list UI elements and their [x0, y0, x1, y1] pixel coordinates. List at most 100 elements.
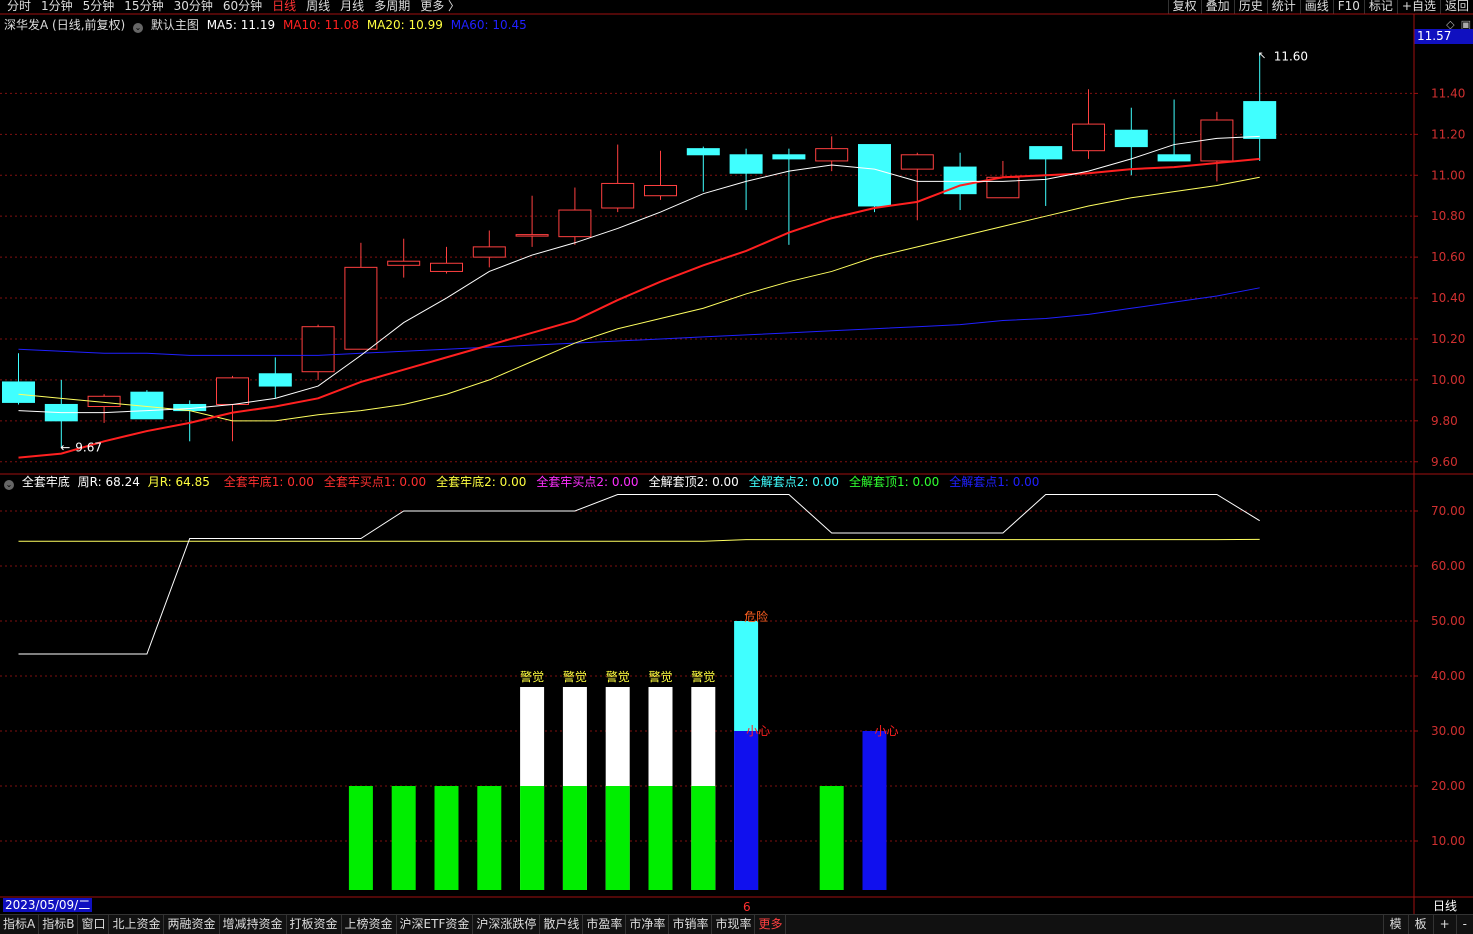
candle: [344, 242, 378, 350]
candle: [387, 238, 421, 278]
candle-body: [1029, 146, 1063, 160]
candle: [858, 144, 891, 213]
low-price-label: 9.67: [75, 440, 102, 454]
sub-axis-label: 70.00: [1431, 504, 1465, 518]
candle: [900, 152, 934, 221]
candle: [87, 394, 121, 423]
ma10-line: [18, 157, 1260, 459]
candle: [729, 148, 763, 211]
candle: [558, 187, 592, 245]
high-price-label: 11.60: [1274, 49, 1308, 63]
bottom-right-button-0[interactable]: 模: [1382, 915, 1408, 934]
bottom-tab-9[interactable]: 沪深涨跌停: [473, 915, 541, 934]
signal-bar-green: [819, 786, 844, 890]
bottom-tab-12[interactable]: 市净率: [626, 915, 670, 934]
candle: [130, 390, 164, 420]
bottom-tab-5[interactable]: 增减持资金: [220, 915, 287, 934]
signal-bar: 小心: [862, 724, 899, 890]
bottom-tab-14[interactable]: 市现率: [712, 915, 756, 934]
signal-bar-green: [605, 786, 630, 890]
signal-bar: 危险小心: [734, 609, 770, 890]
sub-axis-label: 30.00: [1431, 724, 1465, 738]
bottom-tab-4[interactable]: 两融资金: [164, 915, 220, 934]
signal-bar-green: [434, 786, 459, 890]
signal-bar: [819, 786, 844, 890]
bottom-right-button-3[interactable]: -: [1455, 915, 1473, 934]
candle-body: [686, 148, 720, 156]
candle-body: [515, 234, 549, 237]
candle-body: [1243, 101, 1277, 139]
signal-bar: 警觉: [648, 669, 673, 890]
price-axis-label: 10.80: [1431, 209, 1465, 223]
cursor-date: 2023/05/09/二: [3, 898, 93, 912]
signal-bar: 警觉: [562, 669, 587, 890]
signal-bar: 警觉: [691, 669, 715, 890]
price-axis-label: 10.00: [1431, 373, 1465, 387]
ma5-line: [18, 135, 1260, 414]
signal-bar: [348, 786, 373, 890]
candle: [216, 375, 249, 442]
candle-body: [772, 154, 806, 160]
signal-bar-green: [691, 786, 716, 890]
high-arrow-icon: ↖: [1258, 50, 1266, 61]
signal-bar-blue: [862, 731, 887, 890]
signal-label: 警觉: [520, 669, 544, 684]
bottom-tab-7[interactable]: 上榜资金: [342, 915, 397, 934]
bottom-tab-1[interactable]: 指标B: [39, 915, 79, 934]
price-axis-label: 9.80: [1431, 414, 1458, 428]
signal-bar: [477, 786, 502, 890]
candle-body: [1072, 123, 1105, 152]
signal-bar-green: [477, 786, 502, 890]
bottom-tab-0[interactable]: 指标A: [0, 915, 40, 934]
candle-body: [258, 373, 292, 387]
sub-axis-label: 10.00: [1431, 834, 1465, 848]
bottom-right-button-1[interactable]: 板: [1407, 915, 1433, 934]
candle-body: [900, 154, 934, 170]
candle-body: [344, 266, 378, 350]
candle: [686, 146, 720, 192]
signal-bar-green: [648, 786, 673, 890]
candle: [2, 353, 35, 405]
bottom-tab-3[interactable]: 北上资金: [109, 915, 165, 934]
candle-body: [1114, 129, 1148, 148]
sub-axis-label: 60.00: [1431, 559, 1465, 573]
candle-body: [430, 262, 463, 272]
signal-label: 警觉: [563, 669, 587, 684]
candle: [515, 195, 549, 247]
candle: [301, 324, 335, 380]
kline-chart[interactable]: 11.40 11.20 11.00 10.80 10.60 10.40 10.20 10.00…: [0, 0, 1473, 914]
cursor-marker: 6: [743, 900, 751, 914]
price-axis-label: 9.60: [1431, 455, 1458, 469]
candle-body: [1157, 154, 1191, 162]
bottom-tab-10[interactable]: 散户线: [540, 915, 584, 934]
signal-label-small: 小心: [746, 724, 770, 738]
signal-bar: [391, 786, 416, 890]
ma20-line: [18, 176, 1260, 422]
bottom-tab-15[interactable]: 更多: [755, 915, 787, 934]
candle: [1200, 111, 1234, 182]
candle-body: [472, 246, 506, 258]
bottom-tab-13[interactable]: 市销率: [669, 915, 713, 934]
signal-bar: [434, 786, 459, 890]
candle: [258, 357, 292, 399]
candle: [430, 246, 463, 274]
bottom-right-controls: 模板 + -: [1382, 915, 1473, 934]
candle-body: [644, 184, 677, 197]
candle-body: [387, 260, 421, 266]
bottom-tab-2[interactable]: 窗口: [78, 915, 110, 934]
candle: [44, 379, 78, 448]
signal-bar-green: [520, 786, 545, 890]
signal-label: 警觉: [649, 669, 673, 684]
price-axis-label: 10.40: [1431, 291, 1465, 305]
bottom-tab-11[interactable]: 市盈率: [583, 915, 627, 934]
ma60-line: [18, 287, 1260, 356]
price-axis-label: 11.40: [1431, 86, 1465, 100]
candle-body: [558, 209, 592, 238]
price-axis-label: 11.00: [1431, 168, 1465, 182]
candle-body: [858, 144, 891, 207]
price-axis-label: 10.20: [1431, 332, 1465, 346]
bottom-tab-8[interactable]: 沪深ETF资金: [397, 915, 474, 934]
bottom-right-button-2[interactable]: +: [1432, 915, 1456, 934]
candle-body: [216, 377, 249, 405]
bottom-tab-6[interactable]: 打板资金: [287, 915, 342, 934]
